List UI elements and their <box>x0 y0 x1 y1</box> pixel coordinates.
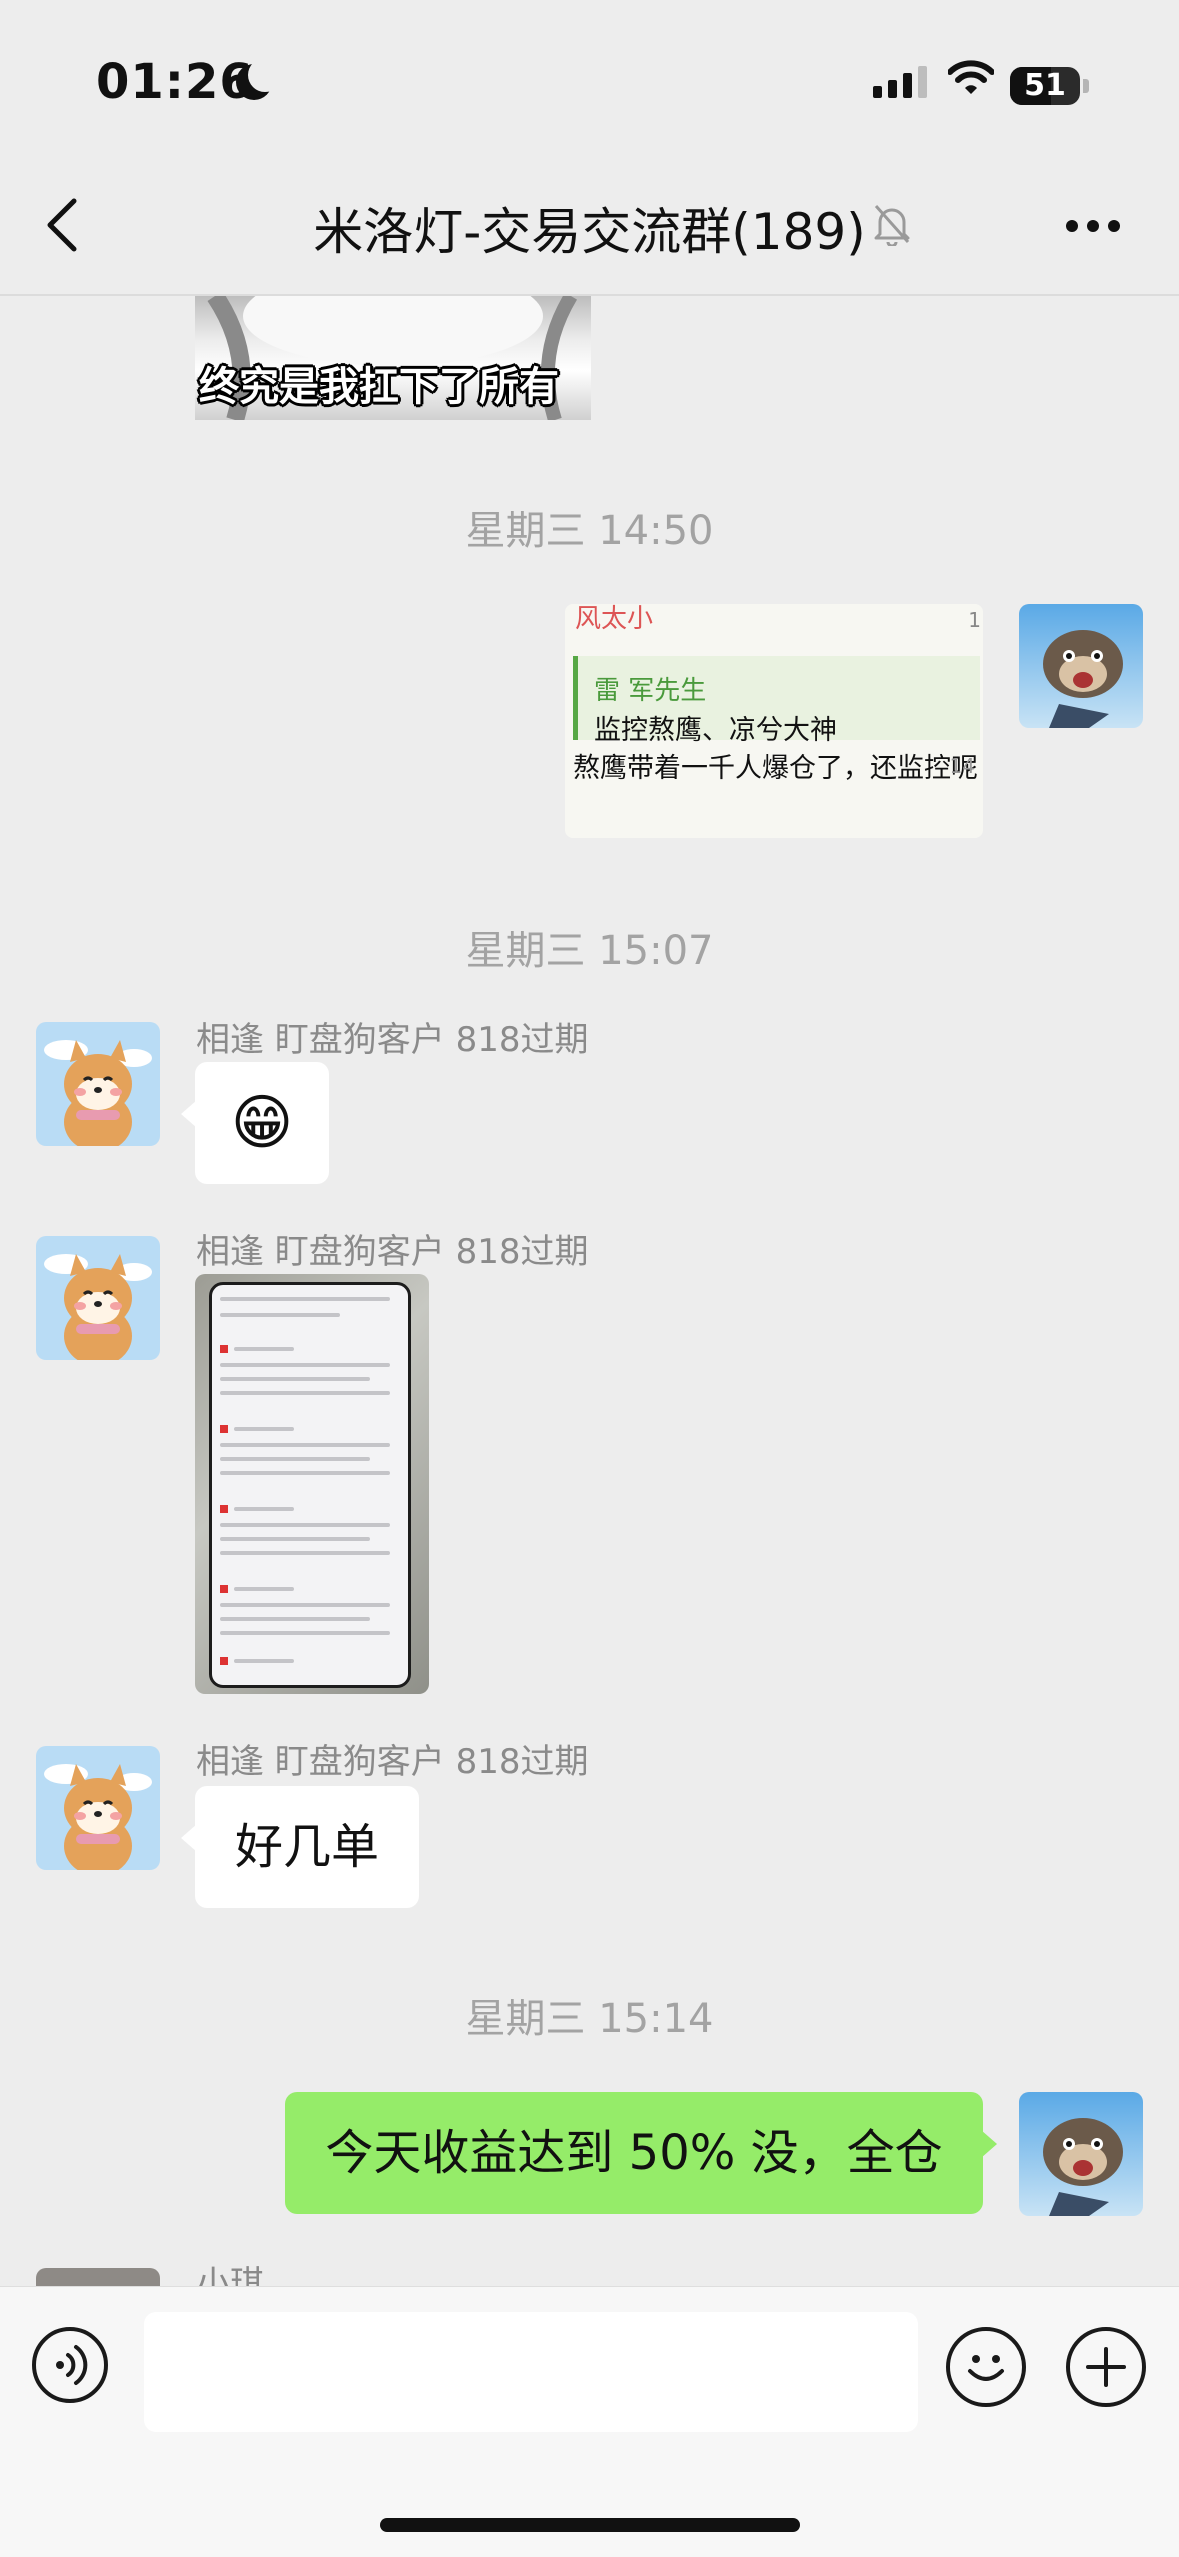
my-text-message[interactable]: 今天收益达到 50% 没，全仓 <box>285 2092 997 2214</box>
plus-icon <box>1086 2347 1126 2387</box>
quoted-message: 雷 军先生 监控熬鹰、凉兮大神 <box>573 656 980 746</box>
photo-detail <box>220 1603 390 1607</box>
timestamp: 星期三 15:14 <box>465 1996 714 2042</box>
screenshot-image-message[interactable]: 风太小 1 雷 军先生 监控熬鹰、凉兮大神 熬鹰带着一千人爆仓了，还监控呢 14 <box>565 604 983 838</box>
user-avatar[interactable] <box>36 2268 160 2288</box>
photo-detail <box>220 1617 370 1621</box>
photo-detail <box>220 1631 390 1635</box>
photo-detail <box>220 1505 228 1513</box>
photo-detail <box>234 1427 294 1431</box>
photo-detail <box>220 1345 228 1353</box>
more-functions-button[interactable] <box>1066 2327 1146 2407</box>
sender-name: 小琪 <box>196 2264 264 2286</box>
message-input[interactable] <box>144 2312 918 2432</box>
sender-name: 相逢 盯盘狗客户 818过期 <box>196 1232 589 1272</box>
timestamp: 星期三 15:07 <box>465 928 714 974</box>
photo-detail <box>234 1507 294 1511</box>
reply-text: 熬鹰带着一千人爆仓了，还监控呢 <box>573 753 978 784</box>
battery-cap <box>1083 79 1089 93</box>
my-avatar[interactable] <box>1019 2092 1143 2216</box>
photo-detail <box>220 1551 390 1555</box>
image-corner-fragment: 14 <box>949 754 975 778</box>
photo-detail <box>220 1313 340 1317</box>
image-top-fragment: 风太小 <box>575 604 654 634</box>
wifi-icon <box>947 60 995 100</box>
more-dot-icon <box>1108 220 1120 232</box>
photo-phone-screen <box>209 1282 411 1688</box>
photo-detail <box>220 1523 390 1527</box>
my-avatar[interactable] <box>1019 604 1143 728</box>
more-dot-icon <box>1066 220 1078 232</box>
sender-name: 相逢 盯盘狗客户 818过期 <box>196 1020 589 1060</box>
timestamp: 星期三 14:50 <box>465 508 714 554</box>
chat-title: 米洛灯-交易交流群(189) <box>0 192 1179 264</box>
battery-level: 51 <box>1024 68 1066 103</box>
home-indicator[interactable] <box>380 2518 800 2532</box>
cellular-signal-icon <box>873 66 927 98</box>
voice-icon <box>56 2345 88 2385</box>
image-side-fragment: 1 <box>968 608 981 632</box>
voice-input-button[interactable] <box>32 2327 108 2403</box>
photo-detail <box>220 1585 228 1593</box>
meme-caption: 终究是我扛下了所有 <box>199 364 559 410</box>
photo-message[interactable] <box>195 1274 429 1694</box>
user-avatar[interactable] <box>36 1022 160 1146</box>
photo-detail <box>220 1297 390 1301</box>
user-avatar[interactable] <box>36 1746 160 1870</box>
battery-indicator: 51 <box>1010 67 1080 105</box>
moon-icon <box>236 58 282 100</box>
photo-detail <box>220 1363 390 1367</box>
status-time: 01:26 <box>96 54 254 110</box>
photo-detail <box>234 1587 294 1591</box>
photo-detail <box>220 1443 390 1447</box>
emoji-message[interactable]: 😁 <box>181 1062 329 1184</box>
more-dot-icon <box>1087 220 1099 232</box>
photo-detail <box>220 1391 390 1395</box>
quoted-name: 雷 军先生 <box>594 676 707 706</box>
meme-image-message[interactable]: 终究是我扛下了所有 <box>195 296 591 420</box>
user-avatar[interactable] <box>36 1236 160 1360</box>
photo-detail <box>234 1347 294 1351</box>
muted-bell-icon <box>872 202 912 250</box>
photo-detail <box>220 1377 370 1381</box>
photo-detail <box>220 1537 370 1541</box>
quoted-text: 监控熬鹰、凉兮大神 <box>594 715 837 746</box>
smiley-icon <box>968 2355 1004 2381</box>
more-options-button[interactable] <box>1066 220 1120 232</box>
photo-detail <box>220 1457 370 1461</box>
sender-name: 相逢 盯盘狗客户 818过期 <box>196 1742 589 1782</box>
emoji-button[interactable] <box>946 2327 1026 2407</box>
photo-detail <box>220 1657 228 1665</box>
photo-detail <box>234 1659 294 1663</box>
photo-detail <box>220 1471 390 1475</box>
photo-detail <box>220 1425 228 1433</box>
chat-title-text: 米洛灯-交易交流群(189) <box>313 203 866 261</box>
text-message[interactable]: 好几单 <box>181 1786 419 1908</box>
